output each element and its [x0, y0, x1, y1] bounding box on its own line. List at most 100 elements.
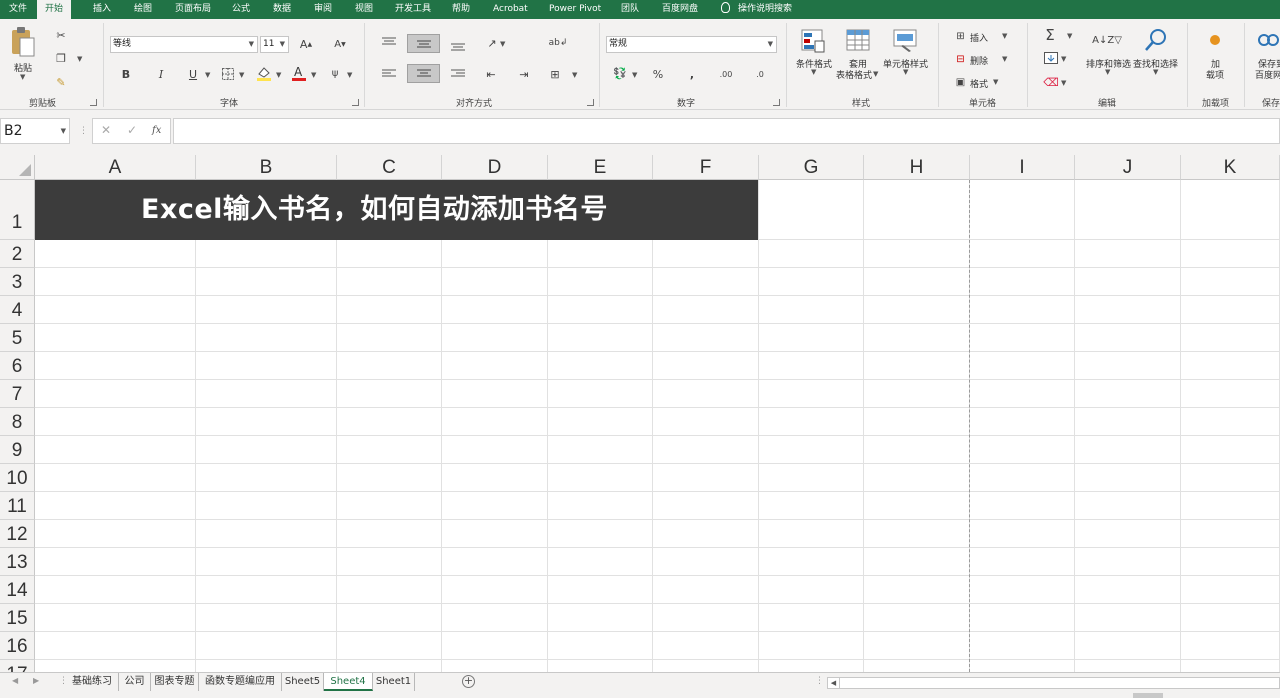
clear-icon[interactable]: ⌫	[1043, 75, 1059, 89]
insert-cells-icon[interactable]: ⊞	[954, 30, 967, 43]
ribbon-tab-2[interactable]: 插入	[93, 0, 111, 19]
italic-icon[interactable]: I	[154, 67, 168, 81]
align-center-icon[interactable]	[407, 64, 440, 83]
format-as-table-icon[interactable]	[845, 28, 871, 54]
tab-splitter-icon[interactable]: ⋮	[815, 676, 824, 686]
column-header-b[interactable]: B	[196, 155, 337, 180]
ribbon-tab-14[interactable]: 百度网盘	[662, 0, 698, 19]
row-header-12[interactable]: 12	[0, 520, 35, 548]
number-format-combo[interactable]: 常规 ▼	[606, 36, 777, 53]
column-header-i[interactable]: I	[970, 155, 1075, 180]
alignment-launcher-icon[interactable]	[587, 99, 594, 106]
add-sheet-icon[interactable]: +	[462, 675, 475, 688]
fill-color-dropdown-caret[interactable]: ▼	[276, 71, 281, 79]
row-header-13[interactable]: 13	[0, 548, 35, 576]
ribbon-tab-12[interactable]: Power Pivot	[549, 0, 601, 19]
ribbon-tab-11[interactable]: Acrobat	[493, 0, 528, 19]
row-header-9[interactable]: 9	[0, 436, 35, 464]
addins-icon[interactable]	[1207, 32, 1223, 48]
formula-bar-grip-icon[interactable]: ⋮	[79, 126, 88, 136]
conditional-format-caret[interactable]: ▼	[811, 68, 816, 76]
sort-filter-icon[interactable]: A↓Z▽	[1092, 27, 1122, 53]
ribbon-tab-6[interactable]: 数据	[273, 0, 291, 19]
comma-style-icon[interactable]: ,	[686, 66, 698, 82]
align-middle-icon[interactable]	[407, 34, 440, 53]
underline-dropdown-caret[interactable]: ▼	[205, 71, 210, 79]
ribbon-tab-8[interactable]: 视图	[355, 0, 373, 19]
decrease-font-icon[interactable]: A ▼	[332, 36, 348, 52]
row-header-10[interactable]: 10	[0, 464, 35, 492]
cell-styles-caret[interactable]: ▼	[903, 68, 908, 76]
ribbon-tab-5[interactable]: 公式	[232, 0, 250, 19]
align-right-icon[interactable]	[449, 66, 467, 82]
clipboard-launcher-icon[interactable]	[90, 99, 97, 106]
sheet-tab-4[interactable]: Sheet5	[282, 673, 324, 691]
format-as-table-caret[interactable]: ▼	[873, 70, 878, 78]
merge-dropdown-caret[interactable]: ▼	[572, 71, 577, 79]
sort-filter-caret[interactable]: ▼	[1105, 68, 1110, 76]
ribbon-tab-3[interactable]: 绘图	[134, 0, 152, 19]
align-bottom-icon[interactable]	[449, 38, 467, 54]
column-header-e[interactable]: E	[548, 155, 653, 180]
ribbon-tab-0[interactable]: 文件	[9, 0, 27, 19]
chevron-down-icon[interactable]: ▼	[61, 119, 66, 143]
orientation-icon[interactable]: ↗	[484, 35, 500, 51]
underline-icon[interactable]: U	[186, 67, 200, 81]
next-sheet-icon[interactable]: ▶	[33, 676, 39, 685]
delete-cells-caret[interactable]: ▼	[1002, 55, 1007, 63]
font-color-dropdown-caret[interactable]: ▼	[311, 71, 316, 79]
name-box[interactable]: B2 ▼	[0, 118, 70, 144]
copy-icon[interactable]: ❐	[54, 51, 68, 65]
row-header-3[interactable]: 3	[0, 268, 35, 296]
addins-label2[interactable]: 载项	[1206, 68, 1224, 81]
align-left-icon[interactable]	[380, 66, 398, 82]
row-header-14[interactable]: 14	[0, 576, 35, 604]
column-header-f[interactable]: F	[653, 155, 759, 180]
sheet-tab-3[interactable]: 函数专题编应用	[199, 673, 282, 691]
find-select-caret[interactable]: ▼	[1153, 68, 1158, 76]
autosum-caret[interactable]: ▼	[1067, 32, 1072, 40]
row-header-6[interactable]: 6	[0, 352, 35, 380]
ribbon-tab-4[interactable]: 页面布局	[175, 0, 211, 19]
column-header-g[interactable]: G	[759, 155, 864, 180]
insert-cells-caret[interactable]: ▼	[1002, 32, 1007, 40]
horizontal-scroll-thumb[interactable]	[841, 679, 1279, 687]
orientation-dropdown-caret[interactable]: ▼	[500, 40, 505, 48]
increase-font-icon[interactable]: A ▲	[298, 36, 314, 52]
row-header-4[interactable]: 4	[0, 296, 35, 324]
increase-decimal-icon[interactable]: .00	[717, 66, 735, 82]
delete-cells-label[interactable]: 删除	[970, 54, 988, 67]
baidu-cloud-icon[interactable]	[1258, 29, 1280, 51]
insert-function-icon[interactable]: fx	[152, 125, 161, 136]
fill-caret[interactable]: ▼	[1061, 55, 1066, 63]
bold-icon[interactable]: B	[119, 67, 133, 81]
copy-dropdown-caret[interactable]: ▼	[77, 55, 82, 63]
paste-dropdown-caret[interactable]: ▼	[20, 73, 25, 81]
accounting-dropdown-caret[interactable]: ▼	[632, 71, 637, 79]
clear-caret[interactable]: ▼	[1061, 79, 1066, 87]
row-header-11[interactable]: 11	[0, 492, 35, 520]
font-size-combo[interactable]: 11 ▼	[260, 36, 289, 53]
row-header-15[interactable]: 15	[0, 604, 35, 632]
accounting-format-icon[interactable]: 💱	[611, 65, 629, 81]
row-header-5[interactable]: 5	[0, 324, 35, 352]
cut-icon[interactable]: ✂	[54, 28, 68, 42]
sheet-tab-6[interactable]: Sheet1	[373, 673, 415, 691]
font-name-combo[interactable]: 等线 ▼	[110, 36, 258, 53]
phonetic-dropdown-caret[interactable]: ▼	[347, 71, 352, 79]
format-cells-label[interactable]: 格式	[970, 77, 988, 90]
save-baidu-label2[interactable]: 百度网盘	[1255, 68, 1280, 81]
autosum-icon[interactable]: Σ	[1042, 26, 1058, 44]
cancel-icon[interactable]: ✕	[101, 123, 111, 137]
delete-cells-icon[interactable]: ⊟	[954, 53, 967, 66]
enter-icon[interactable]: ✓	[127, 123, 137, 137]
row-header-7[interactable]: 7	[0, 380, 35, 408]
ribbon-tab-1[interactable]: 开始	[37, 0, 72, 19]
ribbon-tab-13[interactable]: 团队	[621, 0, 639, 19]
merge-center-icon[interactable]: ⊞	[546, 66, 564, 82]
wrap-text-icon[interactable]: ab↲	[549, 35, 568, 51]
column-header-k[interactable]: K	[1181, 155, 1280, 180]
column-header-a[interactable]: A	[35, 155, 196, 180]
fill-color-icon[interactable]	[256, 65, 272, 81]
horizontal-scrollbar[interactable]: ◀	[827, 677, 1280, 689]
